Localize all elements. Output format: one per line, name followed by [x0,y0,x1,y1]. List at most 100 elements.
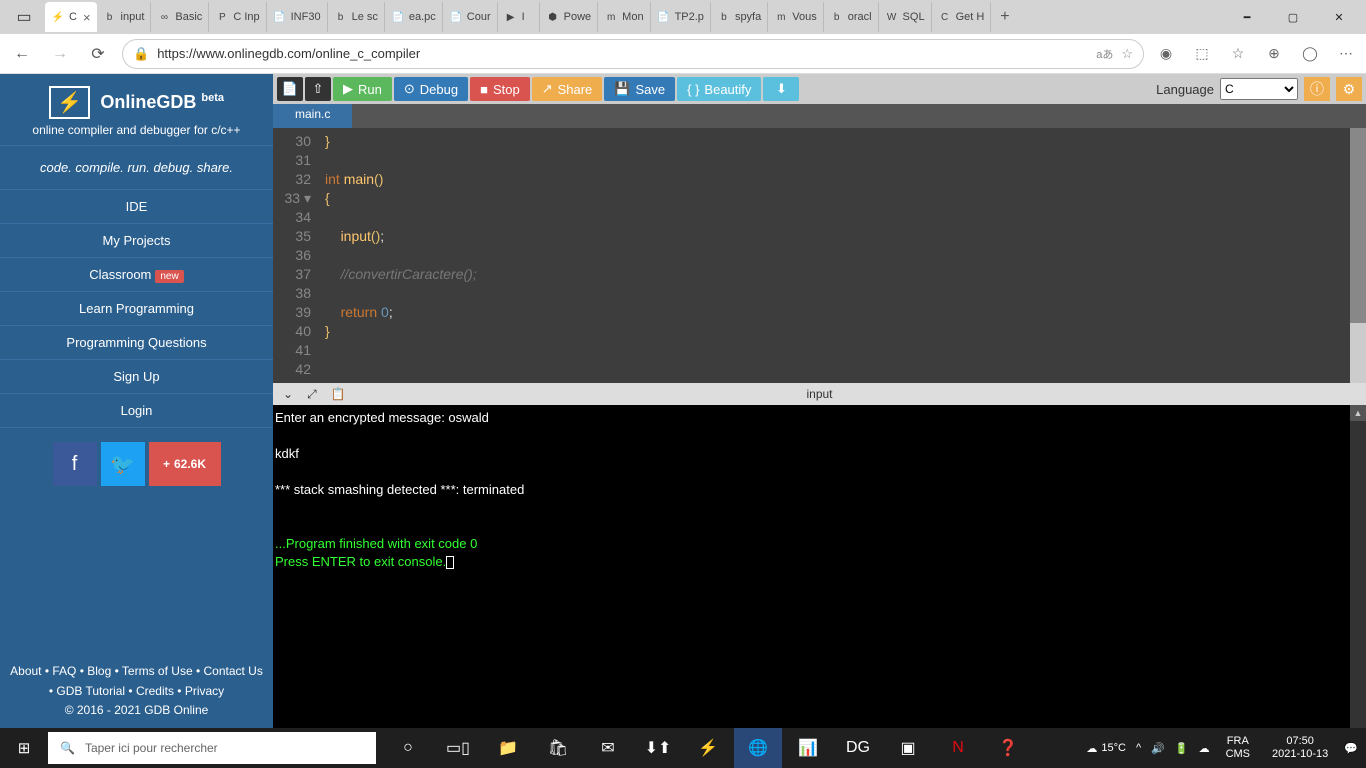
sidebar-item[interactable]: My Projects [0,224,273,258]
battery-icon[interactable]: 🔋 [1175,742,1189,755]
console-scrollbar[interactable]: ▲ [1350,405,1366,728]
app-icon[interactable]: ⚡ [684,728,732,768]
back-button[interactable]: ← [8,40,36,68]
new-tab-button[interactable]: + [992,8,1017,26]
netflix-icon[interactable]: N [934,728,982,768]
save-button[interactable]: 💾 Save [604,77,675,101]
browser-tab[interactable]: WSQL [879,2,932,32]
cortana-icon[interactable]: ○ [384,728,432,768]
browser-tab[interactable]: ⬢Powe [540,2,599,32]
language-label: Language [1156,82,1214,97]
console-collapse-icon[interactable]: ⌄ [283,387,293,402]
maximize-button[interactable]: ▢ [1270,1,1316,33]
browser-tab[interactable]: ▶I [498,2,540,32]
sidebar-item[interactable]: Programming Questions [0,326,273,360]
explorer-icon[interactable]: 📁 [484,728,532,768]
sidebar-item[interactable]: Learn Programming [0,292,273,326]
onedrive-icon[interactable]: ☁ [1199,742,1210,755]
console-title: input [806,387,832,401]
new-file-button[interactable]: 📄 [277,77,303,101]
profile-icon[interactable]: ◯ [1298,42,1322,66]
console-scroll-up[interactable]: ▲ [1350,405,1366,421]
tab-label: Vous [792,11,816,23]
mail-icon[interactable]: ✉ [584,728,632,768]
minimize-button[interactable]: ━ [1224,1,1270,33]
browser-tab[interactable]: 📄TP2.p [651,2,711,32]
menu-icon[interactable]: ⋯ [1334,42,1358,66]
browser-tab[interactable]: boracl [824,2,879,32]
sidebar-item[interactable]: IDE [0,190,273,224]
console-copy-icon[interactable]: 📋 [331,387,346,402]
office-icon[interactable]: 📊 [784,728,832,768]
close-button[interactable]: ✕ [1316,1,1362,33]
tab-overview-icon[interactable]: ▭ [12,5,36,29]
footer-links-2[interactable]: • GDB Tutorial • Credits • Privacy [4,682,269,701]
browser-tab[interactable]: CGet H [932,2,992,32]
sidebar-item[interactable]: Sign Up [0,360,273,394]
beautify-button[interactable]: { } Beautify [677,77,761,101]
twitter-button[interactable]: 🐦 [101,442,145,486]
taskbar-search[interactable]: 🔍 Taper ici pour rechercher [48,732,376,764]
tab-favicon: C [938,10,952,24]
volume-icon[interactable]: 🔊 [1151,742,1165,755]
debug-button[interactable]: ⊙ Debug [394,77,468,101]
browser-tab[interactable]: mMon [598,2,650,32]
info-button[interactable]: ⓘ [1304,77,1330,101]
editor-scroll-thumb[interactable] [1350,323,1366,383]
console-output[interactable]: Enter an encrypted message: oswald kdkf … [273,405,1366,728]
terminal-icon[interactable]: ▣ [884,728,932,768]
language-select[interactable]: C [1220,78,1298,100]
weather-widget[interactable]: ☁ 15°C [1086,742,1126,755]
stop-button[interactable]: ■ Stop [470,77,530,101]
browser-tab[interactable]: 📄ea.pc [385,2,443,32]
footer-links-1[interactable]: About • FAQ • Blog • Terms of Use • Cont… [4,662,269,681]
taskview-icon[interactable]: ▭▯ [434,728,482,768]
console-expand-icon[interactable]: ⤢ [307,387,317,402]
collections-icon[interactable]: ⊕ [1262,42,1286,66]
logo-icon: ⚡ [49,86,90,119]
language-indicator[interactable]: FRACMS [1220,735,1256,761]
run-button[interactable]: ▶ Run [333,77,392,101]
browser-tab[interactable]: ∞Basic [151,2,209,32]
settings-button[interactable]: ⚙ [1336,77,1362,101]
facebook-button[interactable]: f [53,442,97,486]
datagrip-icon[interactable]: DG [834,728,882,768]
browser-tab[interactable]: PC Inp [209,2,266,32]
sidebar-item[interactable]: Classroomnew [0,258,273,292]
favorite-icon[interactable]: ☆ [1121,46,1133,62]
address-bar[interactable]: 🔒 https://www.onlinegdb.com/online_c_com… [122,39,1144,69]
help-icon[interactable]: ❓ [984,728,1032,768]
browser-tab[interactable]: ⚡C× [45,2,97,32]
browser-tab[interactable]: bspyfa [711,2,768,32]
browser-tab[interactable]: binput [97,2,152,32]
logo-subtitle: online compiler and debugger for c/c++ [8,123,265,137]
share-button[interactable]: ↗ Share [532,77,603,101]
dropbox-icon[interactable]: ⬇⬆ [634,728,682,768]
file-tab-main[interactable]: main.c [273,104,352,128]
tab-favicon: b [103,10,117,24]
clock[interactable]: 07:502021-10-13 [1266,735,1334,761]
extensions-icon[interactable]: ⬚ [1190,42,1214,66]
tray-chevron-icon[interactable]: ^ [1136,742,1141,754]
store-icon[interactable]: 🛍 [534,728,582,768]
tab-label: SQL [903,11,925,23]
browser-tab[interactable]: 📄INF30 [267,2,328,32]
browser-tab[interactable]: mVous [768,2,823,32]
location-icon[interactable]: ◉ [1154,42,1178,66]
editor-scrollbar[interactable] [1350,128,1366,383]
download-button[interactable]: ⬇ [763,77,799,101]
sidebar-item[interactable]: Login [0,394,273,428]
browser-tab[interactable]: 📄Cour [443,2,498,32]
reader-badge[interactable]: aあ [1096,46,1113,62]
notifications-icon[interactable]: 💬 [1344,742,1358,755]
favorites-icon[interactable]: ☆ [1226,42,1250,66]
share-count-button[interactable]: + 62.6K [149,442,221,486]
tab-close-icon[interactable]: × [83,10,91,25]
code-editor[interactable]: 30313233 ▾343536373839404142 } int main(… [273,128,1366,383]
edge-icon[interactable]: 🌐 [734,728,782,768]
reload-button[interactable]: ⟳ [84,40,112,68]
search-icon: 🔍 [60,741,75,755]
browser-tab[interactable]: bLe sc [328,2,385,32]
start-button[interactable]: ⊞ [0,728,48,768]
upload-button[interactable]: ⇧ [305,77,331,101]
